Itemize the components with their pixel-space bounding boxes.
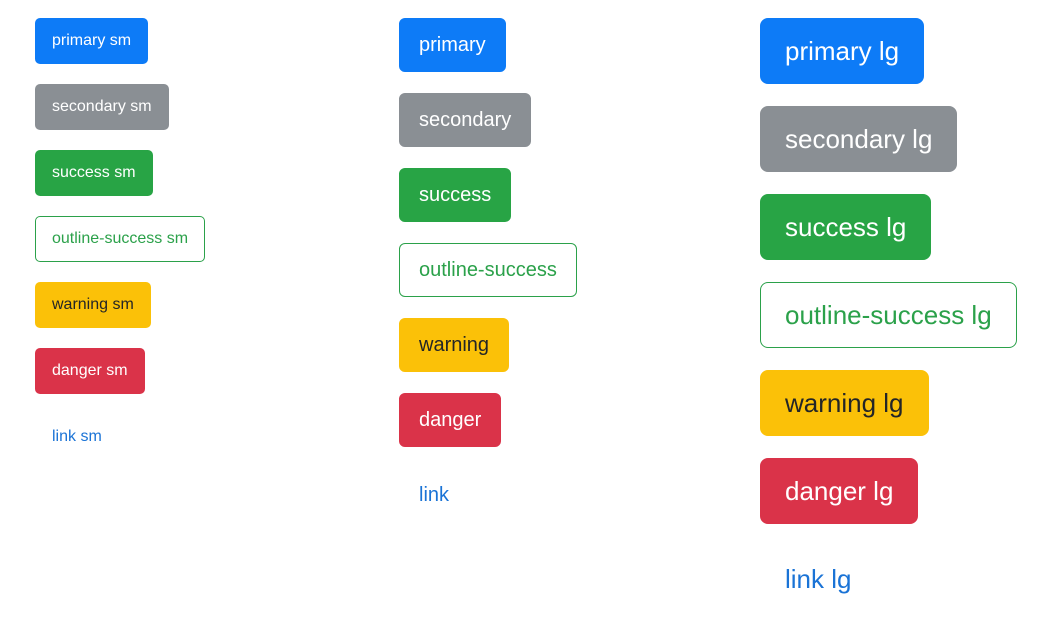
button-secondary-lg[interactable]: secondary lg (760, 106, 958, 172)
button-danger-lg[interactable]: danger lg (760, 458, 919, 524)
button-outline-success-sm[interactable]: outline-success sm (35, 216, 206, 262)
button-link-sm[interactable]: link sm (35, 414, 119, 460)
button-column-medium: primary secondary success outline-succes… (399, 0, 577, 543)
button-primary[interactable]: primary (399, 18, 506, 72)
button-primary-lg[interactable]: primary lg (760, 18, 925, 84)
button-outline-success[interactable]: outline-success (399, 243, 577, 297)
button-link-lg[interactable]: link lg (760, 546, 876, 612)
button-success-sm[interactable]: success sm (35, 150, 153, 196)
button-showcase-stage: primary sm secondary sm success sm outli… (0, 0, 1051, 592)
button-success[interactable]: success (399, 168, 512, 222)
button-primary-sm[interactable]: primary sm (35, 18, 149, 64)
button-warning-sm[interactable]: warning sm (35, 282, 151, 328)
button-outline-success-lg[interactable]: outline-success lg (760, 282, 1017, 348)
button-warning[interactable]: warning (399, 318, 510, 372)
button-danger[interactable]: danger (399, 393, 502, 447)
button-secondary-sm[interactable]: secondary sm (35, 84, 169, 130)
button-warning-lg[interactable]: warning lg (760, 370, 929, 436)
button-column-large: primary lg secondary lg success lg outli… (760, 0, 1017, 634)
button-link[interactable]: link (399, 468, 469, 522)
button-danger-sm[interactable]: danger sm (35, 348, 145, 394)
button-success-lg[interactable]: success lg (760, 194, 932, 260)
button-secondary[interactable]: secondary (399, 93, 532, 147)
button-column-small: primary sm secondary sm success sm outli… (35, 0, 206, 480)
